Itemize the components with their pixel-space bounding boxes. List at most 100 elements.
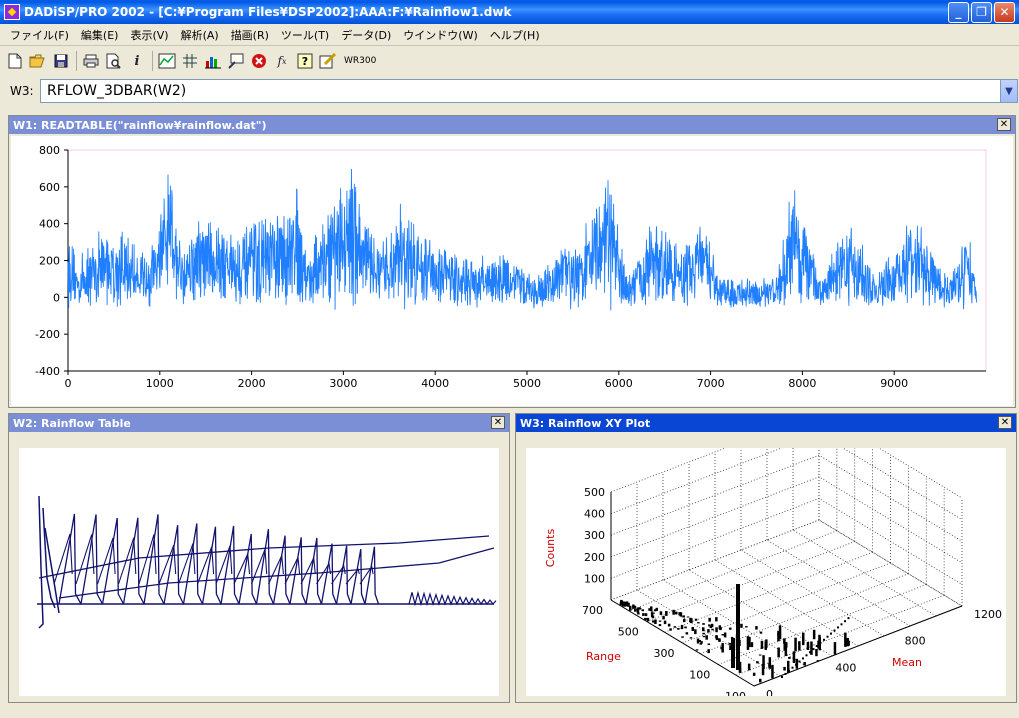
w3-bar [650,611,654,613]
w2-trace [38,495,44,629]
print-preview-icon[interactable] [103,50,125,72]
w1-y-tick-label: 200 [39,255,60,268]
w3-bar [812,629,816,640]
chevron-down-icon[interactable]: ▼ [1000,80,1017,102]
svg-text:?: ? [302,55,308,68]
w1-close-icon[interactable]: ✕ [997,118,1011,131]
chart-edit-icon[interactable] [156,50,178,72]
function-icon[interactable]: fx [271,50,293,72]
w2-trace [58,547,495,599]
w3-bar [731,638,735,668]
stop-icon[interactable] [248,50,270,72]
w3-bar [652,620,655,623]
w2-sawtooth [335,545,352,605]
w2-close-icon[interactable]: ✕ [491,416,505,429]
w3-wall-grid [610,411,963,499]
w1-plot-area[interactable]: 800 600 400 200 0 -200 -400 0 1000 2000 3000 4000 50… [11,136,1013,406]
w2-title-bar[interactable]: W2: Rainflow Table ✕ [9,414,509,432]
w3-bar [826,635,829,638]
w3-bar [812,648,815,651]
w3-bar [715,635,718,638]
w2-sawtooth [320,543,338,605]
w3-bar [669,628,672,631]
w3-bar [619,603,623,606]
w3-bar [752,672,756,676]
toolbar-separator [76,51,77,71]
w3-close-icon[interactable]: ✕ [998,416,1012,429]
w3-bar [788,657,791,659]
w1-title-bar[interactable]: W1: READTABLE("rainflow¥rainflow.dat") ✕ [9,116,1015,134]
menu-tools[interactable]: ツール(T) [275,27,335,43]
edit-pencil-icon[interactable] [317,50,339,72]
w3-bar [792,651,796,663]
menu-view[interactable]: 表示(V) [124,27,174,43]
grid-icon[interactable] [179,50,201,72]
w1-y-tick-label: 400 [39,218,60,231]
w2-sawtooth [238,533,258,605]
maximize-button[interactable]: ❐ [971,1,992,23]
w1-title: W1: READTABLE("rainflow¥rainflow.dat") [13,118,267,132]
w3-bar [728,643,732,645]
w3-bar [646,617,650,622]
w3-bar [783,666,786,671]
w3-title-bar[interactable]: W3: Rainflow XY Plot ✕ [516,414,1016,432]
bar-chart-icon[interactable] [202,50,224,72]
menu-draw[interactable]: 描画(R) [225,27,275,43]
save-icon[interactable] [50,50,72,72]
w3-bar [629,605,632,610]
command-input[interactable]: RFLOW_3DBAR(W2) ▼ [40,79,1018,103]
new-file-icon[interactable] [4,50,26,72]
menu-file[interactable]: ファイル(F) [4,27,75,43]
w3-bar [680,624,684,629]
w3-bar [719,627,722,631]
annotate-icon[interactable] [225,50,247,72]
w3-range-label: Range [586,650,621,663]
info-icon[interactable]: i [126,50,148,72]
close-button[interactable]: ✕ [994,1,1015,23]
app-icon[interactable] [4,4,20,20]
w3-bar [803,662,806,666]
w3-mean-tick-label: 1200 [974,608,1002,621]
print-icon[interactable] [80,50,102,72]
window-w2[interactable]: W2: Rainflow Table ✕ [8,413,510,703]
w2-plot-area[interactable] [19,448,499,696]
w3-bar [658,620,662,622]
w3-peak-bar [736,584,740,670]
window-w3[interactable]: W3: Rainflow XY Plot ✕ 500 400 300 200 100 70… [515,411,1017,703]
w3-floor-grid [628,530,838,612]
toolbar: i fx ? WR300 [0,47,1019,75]
menu-window[interactable]: ウインドウ(W) [397,27,483,43]
window-w1[interactable]: W1: READTABLE("rainflow¥rainflow.dat") ✕… [8,115,1016,408]
w3-bar [759,631,763,634]
w3-bar [653,609,657,612]
w2-sawtooth [255,529,275,605]
w3-bar [846,637,849,647]
w3-plot-area[interactable]: 500 400 300 200 100 700 500 300 100 -100 0 400 800 12… [526,411,1006,703]
w3-bar [702,635,706,638]
w3-bar [662,615,665,620]
menu-help[interactable]: ヘルプ(H) [484,27,546,43]
wr300-label[interactable]: WR300 [344,56,376,66]
w2-sawtooth [350,549,366,605]
menu-data[interactable]: データ(D) [335,27,397,43]
open-folder-icon[interactable] [27,50,49,72]
w3-bar [795,663,797,666]
w3-bar [715,627,718,633]
w2-sawtooth [182,523,204,605]
menu-analysis[interactable]: 解析(A) [175,27,225,43]
w3-bar [707,643,711,645]
w3-bar [761,664,765,676]
menu-bar: ファイル(F) 編集(E) 表示(V) 解析(A) 描画(R) ツール(T) デ… [0,24,1019,46]
w3-bar [625,601,629,607]
w3-floor-grid [740,549,885,637]
w3-mean-tick-label: 0 [766,688,773,696]
w3-floor-grid [718,584,927,665]
w3-range-tick-label: 500 [618,626,639,639]
w3-bar [740,623,743,628]
w3-wall-grid [610,433,963,520]
help-icon[interactable]: ? [294,50,316,72]
menu-edit[interactable]: 編集(E) [75,27,125,43]
w3-bar [756,661,759,664]
minimize-button[interactable]: _ [948,1,969,23]
w3-bar [632,604,635,609]
